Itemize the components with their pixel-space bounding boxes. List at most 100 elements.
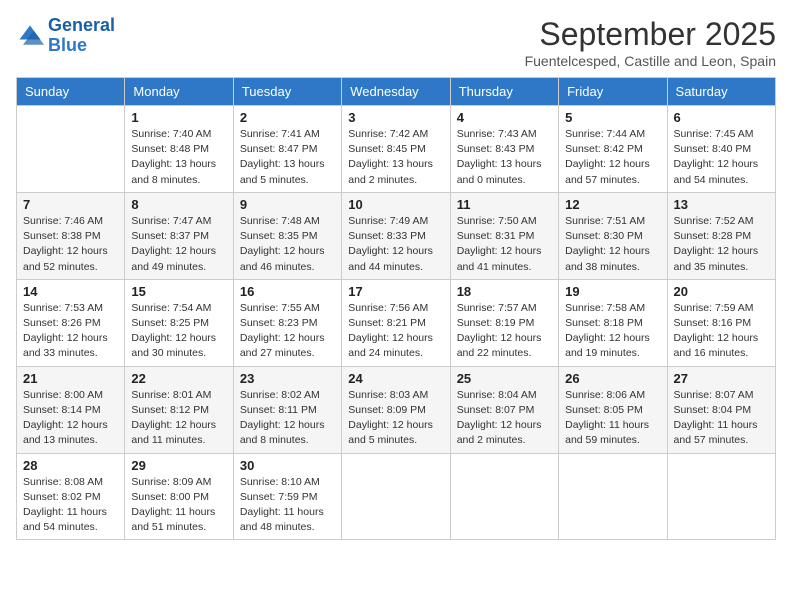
header-day-sunday: Sunday [17,78,125,106]
day-info: Sunrise: 7:45 AMSunset: 8:40 PMDaylight:… [674,127,769,188]
day-info: Sunrise: 8:01 AMSunset: 8:12 PMDaylight:… [131,388,226,449]
header-row: SundayMondayTuesdayWednesdayThursdayFrid… [17,78,776,106]
month-year-title: September 2025 [525,16,776,53]
calendar-cell: 22 Sunrise: 8:01 AMSunset: 8:12 PMDayligh… [125,366,233,453]
day-number: 10 [348,197,443,212]
logo-text: General Blue [48,16,115,56]
calendar-cell: 28 Sunrise: 8:08 AMSunset: 8:02 PMDayligh… [17,453,125,540]
header-day-friday: Friday [559,78,667,106]
day-info: Sunrise: 8:09 AMSunset: 8:00 PMDaylight:… [131,475,226,536]
day-info: Sunrise: 7:51 AMSunset: 8:30 PMDaylight:… [565,214,660,275]
day-info: Sunrise: 7:41 AMSunset: 8:47 PMDaylight:… [240,127,335,188]
calendar-cell: 3 Sunrise: 7:42 AMSunset: 8:45 PMDaylight… [342,106,450,193]
logo-general: General [48,15,115,35]
calendar-cell: 6 Sunrise: 7:45 AMSunset: 8:40 PMDaylight… [667,106,775,193]
day-number: 3 [348,110,443,125]
day-info: Sunrise: 8:04 AMSunset: 8:07 PMDaylight:… [457,388,552,449]
day-number: 11 [457,197,552,212]
calendar-cell: 17Sunrise: 7:56 AMSunset: 8:21 PMDayligh… [342,279,450,366]
day-number: 6 [674,110,769,125]
calendar-cell: 13Sunrise: 7:52 AMSunset: 8:28 PMDayligh… [667,192,775,279]
calendar-cell: 7 Sunrise: 7:46 AMSunset: 8:38 PMDaylight… [17,192,125,279]
day-number: 8 [131,197,226,212]
day-number: 28 [23,458,118,473]
calendar-cell: 23Sunrise: 8:02 AMSunset: 8:11 PMDayligh… [233,366,341,453]
calendar-cell: 27Sunrise: 8:07 AMSunset: 8:04 PMDayligh… [667,366,775,453]
day-number: 19 [565,284,660,299]
day-info: Sunrise: 7:40 AMSunset: 8:48 PMDaylight:… [131,127,226,188]
calendar-cell: 30 Sunrise: 8:10 AMSunset: 7:59 PMDayligh… [233,453,341,540]
calendar-header: SundayMondayTuesdayWednesdayThursdayFrid… [17,78,776,106]
logo: General Blue [16,16,115,56]
day-info: Sunrise: 7:44 AMSunset: 8:42 PMDaylight:… [565,127,660,188]
page-header: General Blue September 2025 Fuentelcespe… [16,16,776,69]
header-day-monday: Monday [125,78,233,106]
day-number: 1 [131,110,226,125]
day-info: Sunrise: 7:48 AMSunset: 8:35 PMDaylight:… [240,214,335,275]
day-info: Sunrise: 7:47 AMSunset: 8:37 PMDaylight:… [131,214,226,275]
calendar-body: 1 Sunrise: 7:40 AMSunset: 8:48 PMDaylight… [17,106,776,540]
day-number: 27 [674,371,769,386]
week-row-4: 28 Sunrise: 8:08 AMSunset: 8:02 PMDayligh… [17,453,776,540]
calendar-cell: 5 Sunrise: 7:44 AMSunset: 8:42 PMDaylight… [559,106,667,193]
day-number: 22 [131,371,226,386]
day-number: 21 [23,371,118,386]
calendar-cell: 26 Sunrise: 8:06 AMSunset: 8:05 PMDayligh… [559,366,667,453]
calendar-cell: 20 Sunrise: 7:59 AMSunset: 8:16 PMDayligh… [667,279,775,366]
day-number: 17 [348,284,443,299]
day-info: Sunrise: 8:10 AMSunset: 7:59 PMDaylight:… [240,475,335,536]
calendar-cell: 4 Sunrise: 7:43 AMSunset: 8:43 PMDaylight… [450,106,558,193]
calendar-cell: 24 Sunrise: 8:03 AMSunset: 8:09 PMDayligh… [342,366,450,453]
header-day-tuesday: Tuesday [233,78,341,106]
week-row-1: 7 Sunrise: 7:46 AMSunset: 8:38 PMDaylight… [17,192,776,279]
calendar-cell [667,453,775,540]
day-number: 2 [240,110,335,125]
day-info: Sunrise: 8:00 AMSunset: 8:14 PMDaylight:… [23,388,118,449]
logo-icon [16,22,44,50]
day-info: Sunrise: 8:03 AMSunset: 8:09 PMDaylight:… [348,388,443,449]
day-info: Sunrise: 7:54 AMSunset: 8:25 PMDaylight:… [131,301,226,362]
day-info: Sunrise: 7:46 AMSunset: 8:38 PMDaylight:… [23,214,118,275]
day-number: 4 [457,110,552,125]
day-number: 20 [674,284,769,299]
calendar-cell: 18 Sunrise: 7:57 AMSunset: 8:19 PMDayligh… [450,279,558,366]
day-number: 16 [240,284,335,299]
day-info: Sunrise: 7:57 AMSunset: 8:19 PMDaylight:… [457,301,552,362]
day-info: Sunrise: 7:59 AMSunset: 8:16 PMDaylight:… [674,301,769,362]
day-info: Sunrise: 7:53 AMSunset: 8:26 PMDaylight:… [23,301,118,362]
calendar-cell: 9Sunrise: 7:48 AMSunset: 8:35 PMDaylight… [233,192,341,279]
calendar-cell: 11 Sunrise: 7:50 AMSunset: 8:31 PMDayligh… [450,192,558,279]
day-info: Sunrise: 7:42 AMSunset: 8:45 PMDaylight:… [348,127,443,188]
day-info: Sunrise: 7:55 AMSunset: 8:23 PMDaylight:… [240,301,335,362]
day-number: 30 [240,458,335,473]
calendar-cell: 14 Sunrise: 7:53 AMSunset: 8:26 PMDayligh… [17,279,125,366]
header-day-thursday: Thursday [450,78,558,106]
day-number: 12 [565,197,660,212]
day-number: 14 [23,284,118,299]
week-row-3: 21 Sunrise: 8:00 AMSunset: 8:14 PMDayligh… [17,366,776,453]
day-number: 26 [565,371,660,386]
day-info: Sunrise: 7:58 AMSunset: 8:18 PMDaylight:… [565,301,660,362]
day-info: Sunrise: 7:43 AMSunset: 8:43 PMDaylight:… [457,127,552,188]
title-block: September 2025 Fuentelcesped, Castille a… [525,16,776,69]
day-info: Sunrise: 7:50 AMSunset: 8:31 PMDaylight:… [457,214,552,275]
logo-blue: Blue [48,35,87,55]
day-number: 29 [131,458,226,473]
calendar-cell: 2 Sunrise: 7:41 AMSunset: 8:47 PMDaylight… [233,106,341,193]
calendar-cell: 1 Sunrise: 7:40 AMSunset: 8:48 PMDaylight… [125,106,233,193]
calendar-cell: 16 Sunrise: 7:55 AMSunset: 8:23 PMDayligh… [233,279,341,366]
day-number: 18 [457,284,552,299]
location-subtitle: Fuentelcesped, Castille and Leon, Spain [525,53,776,69]
day-number: 7 [23,197,118,212]
calendar-cell: 29 Sunrise: 8:09 AMSunset: 8:00 PMDayligh… [125,453,233,540]
day-info: Sunrise: 8:08 AMSunset: 8:02 PMDaylight:… [23,475,118,536]
calendar-cell [17,106,125,193]
day-number: 24 [348,371,443,386]
calendar-cell: 15Sunrise: 7:54 AMSunset: 8:25 PMDayligh… [125,279,233,366]
day-info: Sunrise: 7:52 AMSunset: 8:28 PMDaylight:… [674,214,769,275]
day-number: 5 [565,110,660,125]
header-day-saturday: Saturday [667,78,775,106]
calendar-cell: 25Sunrise: 8:04 AMSunset: 8:07 PMDayligh… [450,366,558,453]
calendar-table: SundayMondayTuesdayWednesdayThursdayFrid… [16,77,776,540]
day-info: Sunrise: 8:06 AMSunset: 8:05 PMDaylight:… [565,388,660,449]
